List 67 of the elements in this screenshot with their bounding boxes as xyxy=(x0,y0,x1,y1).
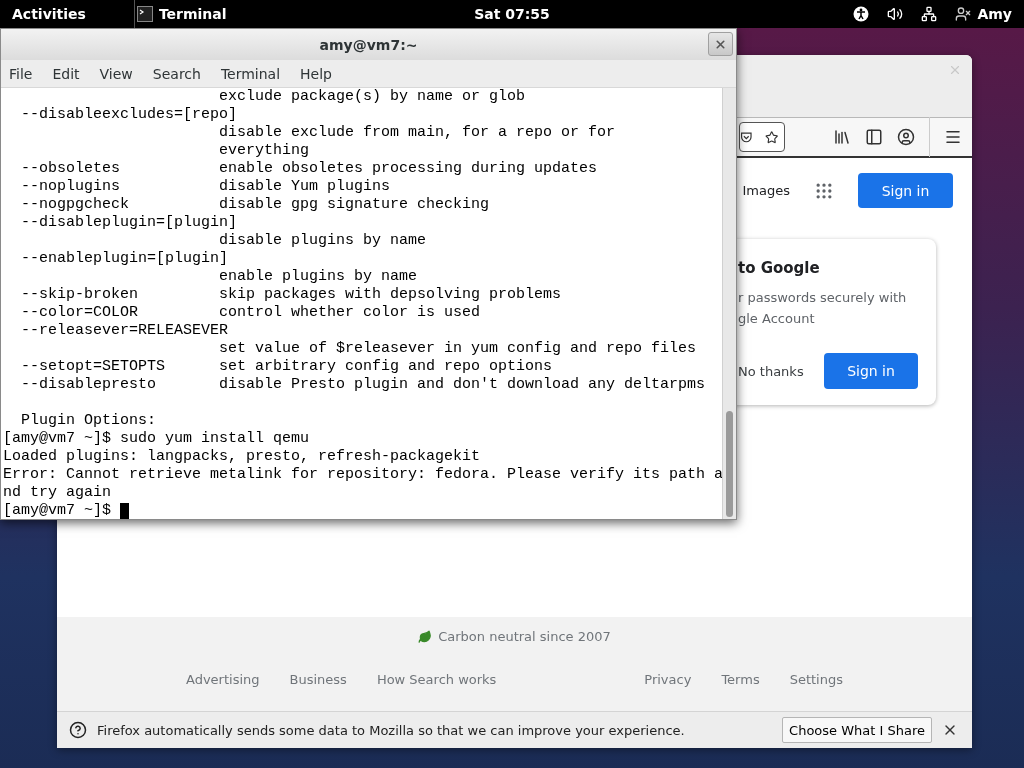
library-icon[interactable] xyxy=(833,128,851,146)
pocket-icon[interactable] xyxy=(740,129,753,145)
choose-share-button[interactable]: Choose What I Share xyxy=(782,717,932,743)
account-icon[interactable] xyxy=(897,128,915,146)
terminal-line: exclude package(s) by name or glob xyxy=(218,88,526,106)
terminal-line: --color=COLOR control whether color is used xyxy=(20,304,481,322)
card-text: gle Account xyxy=(738,311,815,326)
card-text: r passwords securely with xyxy=(738,290,907,305)
terminal-line: disable exclude from main, for a repo or for xyxy=(218,124,616,142)
terminal-line: --skip-broken skip packages with depsolving problems xyxy=(20,286,562,304)
menu-icon[interactable] xyxy=(944,128,962,146)
notification-text: Firefox automatically sends some data to Mozilla so that we can improve your experience. xyxy=(97,722,685,738)
terminal-line: --releasever=RELEASEVER xyxy=(20,322,229,340)
terminal-line: Error: Cannot retrieve metalink for repository: fedora. Please verify its path a xyxy=(2,466,722,484)
footer-link[interactable]: How Search works xyxy=(376,672,497,687)
address-bar[interactable] xyxy=(739,122,785,152)
terminal-line: --disableexcludes=[repo] xyxy=(20,106,238,124)
menu-item[interactable]: Terminal xyxy=(220,65,281,82)
user-name[interactable]: Amy xyxy=(977,6,1012,22)
terminal-line: set value of $releasever in yum config and repo files xyxy=(218,340,697,358)
no-thanks-button[interactable]: No thanks xyxy=(738,363,804,379)
menu-item[interactable]: File xyxy=(9,65,33,82)
user-icon[interactable] xyxy=(955,6,972,22)
window-title: amy@vm7:~ xyxy=(319,36,418,53)
sidebar-icon[interactable] xyxy=(865,128,883,146)
star-icon[interactable] xyxy=(764,128,778,146)
leaf-icon xyxy=(418,629,433,644)
terminal-line: --disableplugin=[plugin] xyxy=(20,214,238,232)
images-link[interactable]: Images xyxy=(742,183,790,198)
menu-item[interactable]: View xyxy=(99,65,133,82)
menu-item[interactable]: Help xyxy=(300,65,332,82)
accessibility-icon[interactable] xyxy=(853,6,870,22)
terminal-line: [amy@vm7 ~]$ sudo yum install qemu xyxy=(2,430,310,448)
card-title: to Google xyxy=(738,259,821,277)
close-button[interactable] xyxy=(708,32,733,56)
terminal-line: Plugin Options: xyxy=(20,412,157,430)
terminal-line: --nogpgcheck disable gpg signature checking xyxy=(20,196,490,214)
scrollbar[interactable] xyxy=(722,88,736,519)
footer-link[interactable]: Settings xyxy=(789,672,843,687)
terminal-line: --obsoletes enable obsoletes processing during updates xyxy=(20,160,598,178)
scrollbar-thumb[interactable] xyxy=(726,411,733,517)
volume-icon[interactable] xyxy=(887,6,904,22)
help-icon xyxy=(69,721,87,739)
terminal-line: Loaded plugins: langpacks, presto, refresh-packagekit xyxy=(2,448,481,466)
footer-link[interactable]: Business xyxy=(289,672,347,687)
terminal-line: --enableplugin=[plugin] xyxy=(20,250,229,268)
network-icon[interactable] xyxy=(921,6,938,22)
terminal-icon xyxy=(136,6,153,22)
terminal-line: [amy@vm7 ~]$ xyxy=(3,502,112,519)
terminal-line: nd try again xyxy=(2,484,112,502)
terminal-line: --disablepresto disable Presto plugin and don't download any deltarpms xyxy=(20,376,706,394)
sign-in-button[interactable]: Sign in xyxy=(824,353,918,389)
footer-link[interactable]: Advertising xyxy=(186,672,260,687)
activities-button[interactable]: Activities xyxy=(0,6,98,22)
carbon-text: Carbon neutral since 2007 xyxy=(438,629,611,644)
menu-item[interactable]: Search xyxy=(152,65,201,82)
footer-link[interactable]: Privacy xyxy=(644,672,692,687)
footer-link[interactable]: Terms xyxy=(721,672,760,687)
terminal-line: --setopt=SETOPTS set arbitrary config and repo options xyxy=(20,358,553,376)
clock[interactable]: Sat 07:55 xyxy=(474,6,550,22)
terminal-line: --noplugins disable Yum plugins xyxy=(20,178,391,196)
terminal-line: everything xyxy=(218,142,310,160)
terminal-line: disable plugins by name xyxy=(218,232,427,250)
sign-in-button[interactable]: Sign in xyxy=(858,173,953,208)
terminal-line: enable plugins by name xyxy=(218,268,418,286)
close-icon xyxy=(714,37,727,51)
menu-item[interactable]: Edit xyxy=(52,65,80,82)
